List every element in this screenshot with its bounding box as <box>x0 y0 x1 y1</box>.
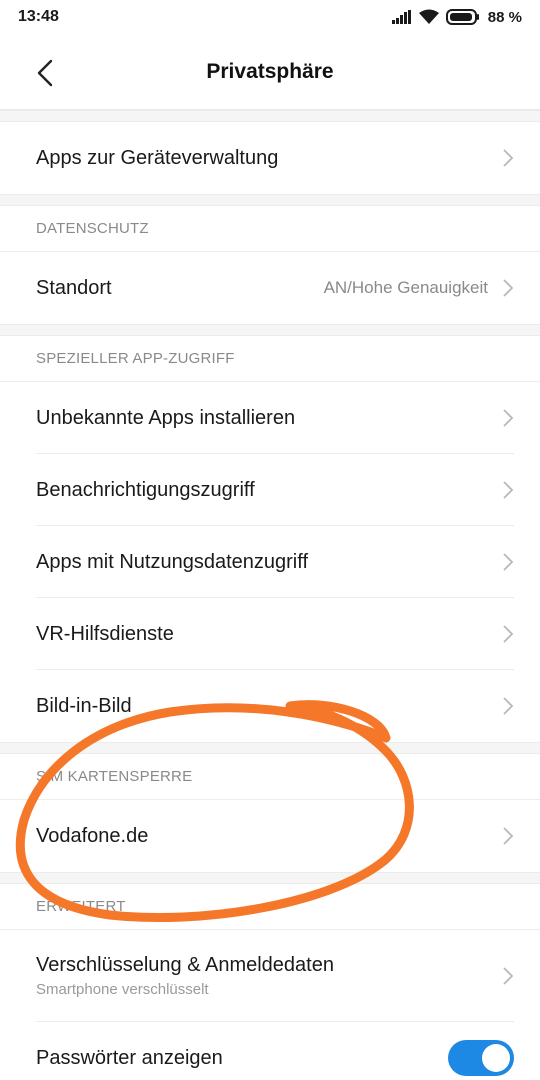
row-label: Benachrichtigungszugriff <box>36 478 255 501</box>
section-header-sim-lock: SIM KARTENSPERRE <box>0 754 540 800</box>
back-arrow-icon <box>37 59 53 87</box>
battery-percentage: 88 % <box>487 8 522 26</box>
chevron-right-icon <box>502 552 514 572</box>
vr-helper-services-row[interactable]: VR-Hilfsdienste <box>0 598 540 670</box>
chevron-right-icon <box>502 696 514 716</box>
section-header-app-access: SPEZIELLER APP-ZUGRIFF <box>0 336 540 382</box>
notification-access-row[interactable]: Benachrichtigungszugriff <box>0 454 540 526</box>
section-spacer <box>0 872 540 884</box>
location-mode-value: AN/Hohe Genauigkeit <box>323 278 488 297</box>
wifi-icon <box>418 9 440 25</box>
status-icons: 88 % <box>391 8 522 26</box>
section-header-datenschutz: DATENSCHUTZ <box>0 206 540 252</box>
picture-in-picture-row[interactable]: Bild-in-Bild <box>0 670 540 742</box>
title-bar: Privatsphäre <box>0 34 540 110</box>
row-subtitle: Smartphone verschlüsselt <box>36 981 209 998</box>
battery-icon <box>445 9 480 25</box>
page-title: Privatsphäre <box>206 59 334 83</box>
row-label: Apps zur Geräteverwaltung <box>36 146 279 169</box>
section-header-advanced: ERWEITERT <box>0 884 540 930</box>
usage-access-row[interactable]: Apps mit Nutzungsdatenzugriff <box>0 526 540 598</box>
row-label: Apps mit Nutzungsdatenzugriff <box>36 550 309 573</box>
row-label: Passwörter anzeigen <box>36 1046 223 1069</box>
chevron-right-icon <box>502 278 514 298</box>
chevron-right-icon <box>502 966 514 986</box>
chevron-right-icon <box>502 480 514 500</box>
status-bar: 13:48 88 % <box>0 0 540 34</box>
row-label: Standort <box>36 276 112 299</box>
device-admin-apps-row[interactable]: Apps zur Geräteverwaltung <box>0 122 540 194</box>
chevron-right-icon <box>502 408 514 428</box>
row-label: Bild-in-Bild <box>36 694 132 717</box>
install-unknown-apps-row[interactable]: Unbekannte Apps installieren <box>0 382 540 454</box>
row-label: Verschlüsselung & Anmeldedaten <box>36 954 334 976</box>
row-label: Vodafone.de <box>36 824 149 847</box>
signal-icon <box>391 10 412 24</box>
toggle-knob <box>482 1044 510 1072</box>
row-text: Verschlüsselung & Anmeldedaten Smartphon… <box>36 954 334 998</box>
chevron-right-icon <box>502 826 514 846</box>
section-spacer <box>0 742 540 754</box>
show-passwords-row[interactable]: Passwörter anzeigen <box>0 1022 540 1080</box>
sim-vodafone-row[interactable]: Vodafone.de <box>0 800 540 872</box>
row-label: VR-Hilfsdienste <box>36 622 174 645</box>
back-button[interactable] <box>28 56 62 90</box>
chevron-right-icon <box>502 624 514 644</box>
section-spacer <box>0 110 540 122</box>
section-spacer <box>0 324 540 336</box>
show-passwords-toggle[interactable] <box>448 1040 514 1076</box>
section-spacer <box>0 194 540 206</box>
status-time: 13:48 <box>18 8 59 25</box>
row-label: Unbekannte Apps installieren <box>36 406 296 429</box>
chevron-right-icon <box>502 148 514 168</box>
encryption-credentials-row[interactable]: Verschlüsselung & Anmeldedaten Smartphon… <box>0 930 540 1022</box>
location-row[interactable]: Standort AN/Hohe Genauigkeit <box>0 252 540 324</box>
